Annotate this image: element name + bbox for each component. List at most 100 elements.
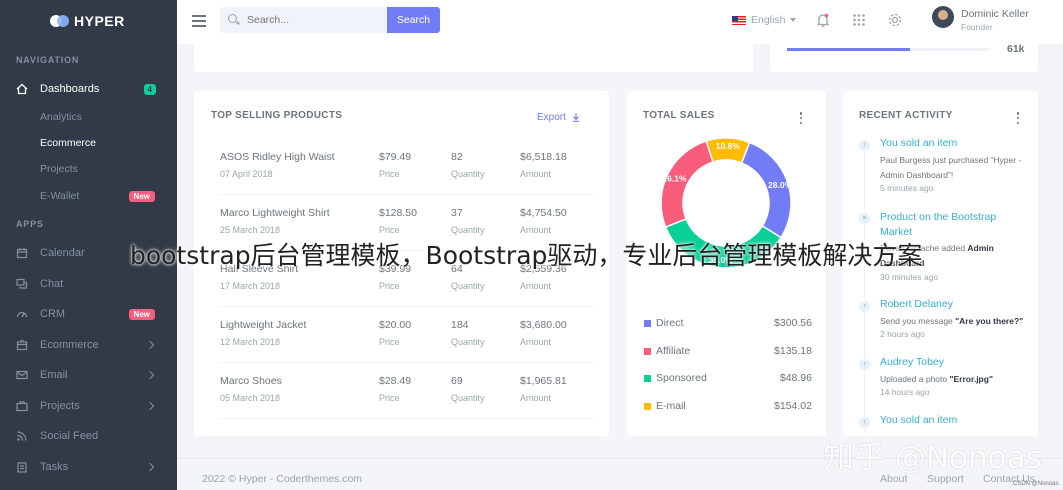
watermark: 知乎 @Nonoas	[823, 440, 1042, 476]
sidebar-item-chat[interactable]: Chat	[0, 273, 177, 295]
activity-desc: Paul Burgess just purchased “Hyper - Adm…	[880, 153, 1030, 183]
user-role: Founder	[961, 22, 993, 32]
activity-desc: Send you message "Are you there?"	[880, 314, 1030, 329]
sidebar-item-label: Chat	[40, 278, 64, 290]
download-icon	[572, 113, 579, 122]
sidebar-item-crm[interactable]: CRM New	[0, 303, 177, 325]
sidebar-item-social-feed[interactable]: Social Feed	[0, 425, 177, 447]
product-price: $28.49	[379, 375, 412, 387]
table-row[interactable]: Marco Shoes 05 March 2018 $28.49 Price 69 Qua…	[220, 363, 595, 419]
sidebar-item-ecommerce[interactable]: Ecommerce	[0, 334, 177, 356]
product-date: 07 April 2018	[220, 169, 273, 179]
legend-swatch	[644, 402, 651, 410]
legend-label: Affiliate	[656, 344, 691, 357]
timeline-line	[864, 143, 865, 433]
sidebar-item-tasks[interactable]: Tasks	[0, 456, 177, 478]
watermark-small: CSDN @Nonoas	[1013, 481, 1059, 487]
pie-slice-label: 28.0%	[768, 180, 793, 190]
logo[interactable]: HYPER	[50, 13, 125, 29]
activity-dot-icon: ↑	[859, 359, 870, 370]
card-top-right: 61k	[770, 38, 1038, 72]
menu-icon[interactable]	[192, 15, 206, 27]
legend-label: Direct	[656, 317, 684, 329]
legend-swatch	[644, 375, 651, 382]
product-quantity: 69	[451, 375, 463, 387]
card-title: TOTAL SALES	[643, 110, 715, 121]
activity-title: You sold an item	[880, 414, 958, 426]
search-button[interactable]: Search	[387, 7, 440, 33]
progress-value: 61k	[1007, 43, 1025, 55]
card-title: RECENT ACTIVITY	[859, 110, 953, 121]
product-quantity-label: Quantity	[451, 337, 485, 347]
calendar-icon	[16, 247, 28, 259]
product-quantity-label: Quantity	[451, 169, 485, 179]
activity-time: 14 hours ago	[880, 387, 930, 397]
legend-swatch	[644, 347, 651, 355]
sidebar-subitem-analytics[interactable]: Analytics	[40, 111, 82, 123]
product-price-label: Price	[379, 337, 400, 347]
sidebar-subitem-ewallet[interactable]: E-Wallet	[40, 190, 79, 202]
product-price-label: Price	[379, 393, 400, 403]
new-badge: New	[128, 308, 155, 320]
search-input[interactable]	[247, 12, 377, 28]
chevron-right-icon	[145, 370, 155, 380]
product-amount-label: Amount	[520, 337, 552, 347]
legend-item: E-mail $154.02	[644, 398, 812, 416]
product-amount-label: Amount	[520, 225, 552, 235]
legend-label: E-mail	[656, 399, 686, 412]
sidebar-item-dashboards[interactable]: Dashboards 4	[0, 78, 177, 100]
new-badge: New	[128, 191, 155, 202]
briefcase-icon	[16, 400, 28, 412]
more-options-icon[interactable]	[799, 112, 803, 124]
activity-dot-icon: ↑	[859, 301, 870, 312]
chevron-right-icon	[145, 340, 155, 350]
table-row[interactable]: Lightweight Jacket 12 March 2018 $20.00 Pri…	[220, 307, 595, 363]
sidebar-item-label: Ecommerce	[40, 339, 99, 351]
product-quantity-label: Quantity	[451, 281, 485, 291]
legend-value: $154.02	[774, 399, 812, 412]
apps-grid-icon[interactable]	[851, 12, 867, 28]
search-box	[220, 7, 388, 33]
sidebar-subitem-ecommerce[interactable]: Ecommerce	[40, 137, 96, 149]
product-quantity: 82	[451, 151, 463, 163]
settings-icon[interactable]	[887, 12, 903, 28]
email-icon	[16, 369, 28, 381]
sidebar-item-label: Calendar	[40, 247, 85, 259]
legend-value: $135.18	[774, 344, 812, 357]
legend-item: Sponsored $48.96	[644, 370, 812, 388]
activity-desc-text: Send you message	[880, 316, 956, 326]
sidebar-item-projects[interactable]: Projects	[0, 395, 177, 417]
product-amount-label: Amount	[520, 393, 552, 403]
product-amount: $4,754.50	[520, 207, 567, 219]
legend-swatch	[644, 320, 651, 327]
activity-desc-text: Uploaded a photo	[880, 374, 950, 384]
search-icon	[228, 14, 237, 23]
table-row[interactable]: ASOS Ridley High Waist 07 April 2018 $79.4…	[220, 139, 595, 195]
more-options-icon[interactable]	[1016, 112, 1020, 124]
avatar	[932, 6, 954, 28]
sidebar-item-label: Dashboards	[40, 83, 100, 95]
legend-label: Sponsored	[656, 372, 707, 384]
chat-icon	[16, 278, 28, 290]
activity-title: You sold an item	[880, 137, 958, 149]
bell-icon[interactable]	[815, 12, 831, 28]
us-flag-icon	[732, 15, 746, 25]
card-title: TOP SELLING PRODUCTS	[211, 110, 343, 121]
product-date: 12 March 2018	[220, 337, 281, 347]
pie-slice-affiliate[interactable]	[660, 140, 714, 229]
clipboard-icon	[16, 461, 28, 473]
product-date: 05 March 2018	[220, 393, 281, 403]
export-button[interactable]: Export	[537, 112, 580, 123]
activity-desc-bold: "Error.jpg"	[949, 374, 993, 384]
activity-desc: Uploaded a photo "Error.jpg"	[880, 372, 1030, 387]
product-amount: $6,518.18	[520, 151, 567, 163]
activity-dot-icon: ↑	[859, 140, 870, 151]
product-name: Lightweight Jacket	[220, 319, 307, 331]
sidebar-item-email[interactable]: Email	[0, 364, 177, 386]
language-selector[interactable]: English	[732, 14, 797, 26]
user-menu[interactable]: Dominic Keller Founder	[932, 6, 1029, 32]
sidebar-subitem-projects[interactable]: Projects	[40, 163, 78, 175]
export-label: Export	[537, 112, 566, 123]
language-label: English	[751, 14, 786, 26]
chevron-right-icon	[145, 401, 155, 411]
